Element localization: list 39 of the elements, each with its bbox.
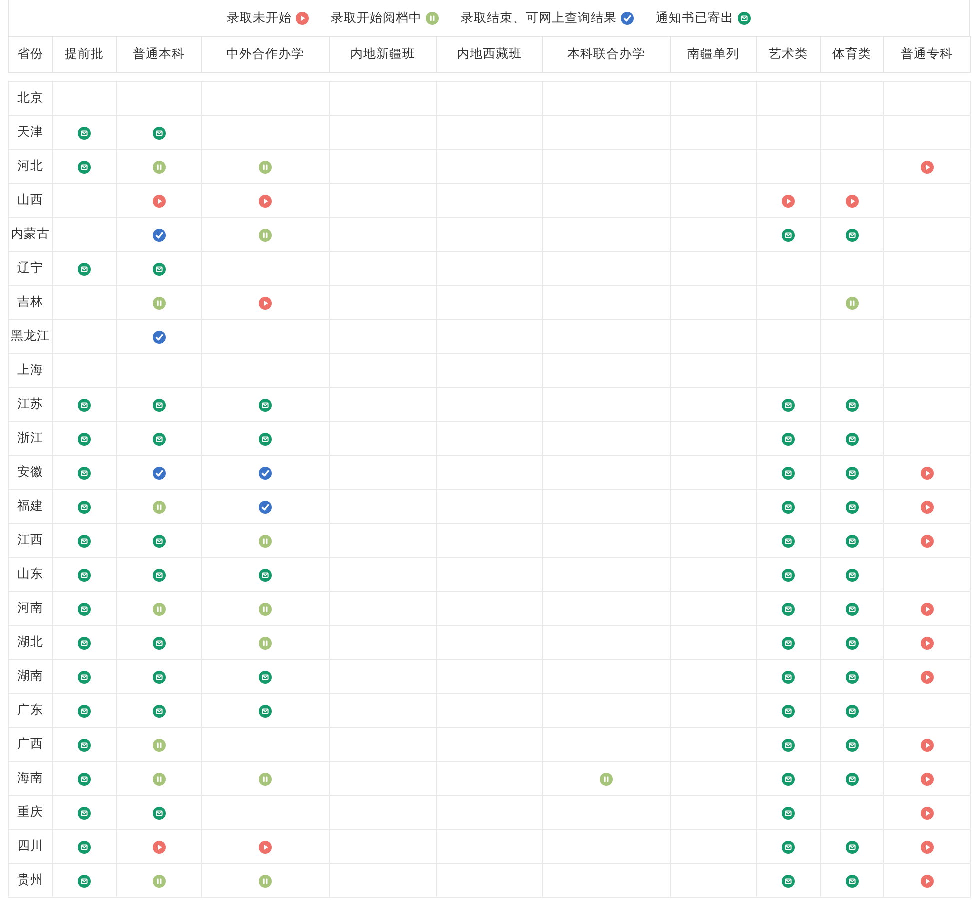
column-header: 体育类 [820,36,884,72]
province-cell: 山西 [8,184,52,218]
province-cell: 广东 [8,694,52,728]
column-header: 普通专科 [884,36,970,72]
province-cell: 河北 [8,150,52,184]
province-cell: 广西 [8,728,52,762]
column-header: 省份 [8,36,52,72]
province-cell: 湖南 [8,660,52,694]
province-cell: 吉林 [8,286,52,320]
legend-label: 录取开始阅档中 [331,10,422,26]
province-cell: 重庆 [8,796,52,830]
column-header: 内地新疆班 [330,36,436,72]
province-cell: 海南 [8,762,52,796]
province-cell: 福建 [8,490,52,524]
column-header: 本科联合办学 [542,36,670,72]
column-header: 普通本科 [116,36,202,72]
province-cell: 江西 [8,524,52,558]
province-cell: 辽宁 [8,252,52,286]
province-cell: 北京 [8,82,52,116]
legend-label: 录取结束、可网上查询结果 [461,10,617,26]
province-cell: 天津 [8,116,52,150]
province-cell: 四川 [8,830,52,864]
province-cell: 山东 [8,558,52,592]
province-cell: 湖北 [8,626,52,660]
legend-label: 通知书已寄出 [656,10,734,26]
column-header: 提前批 [52,36,116,72]
province-cell: 安徽 [8,456,52,490]
province-cell: 黑龙江 [8,320,52,354]
column-header: 内地西藏班 [436,36,542,72]
province-cell: 上海 [8,354,52,388]
column-header: 艺术类 [756,36,820,72]
province-cell: 河南 [8,592,52,626]
province-cell: 浙江 [8,422,52,456]
column-header: 中外合作办学 [202,36,330,72]
legend-label: 录取未开始 [227,10,292,26]
province-cell: 江苏 [8,388,52,422]
column-header: 南疆单列 [670,36,756,72]
province-cell: 贵州 [8,864,52,898]
province-cell: 内蒙古 [8,218,52,252]
